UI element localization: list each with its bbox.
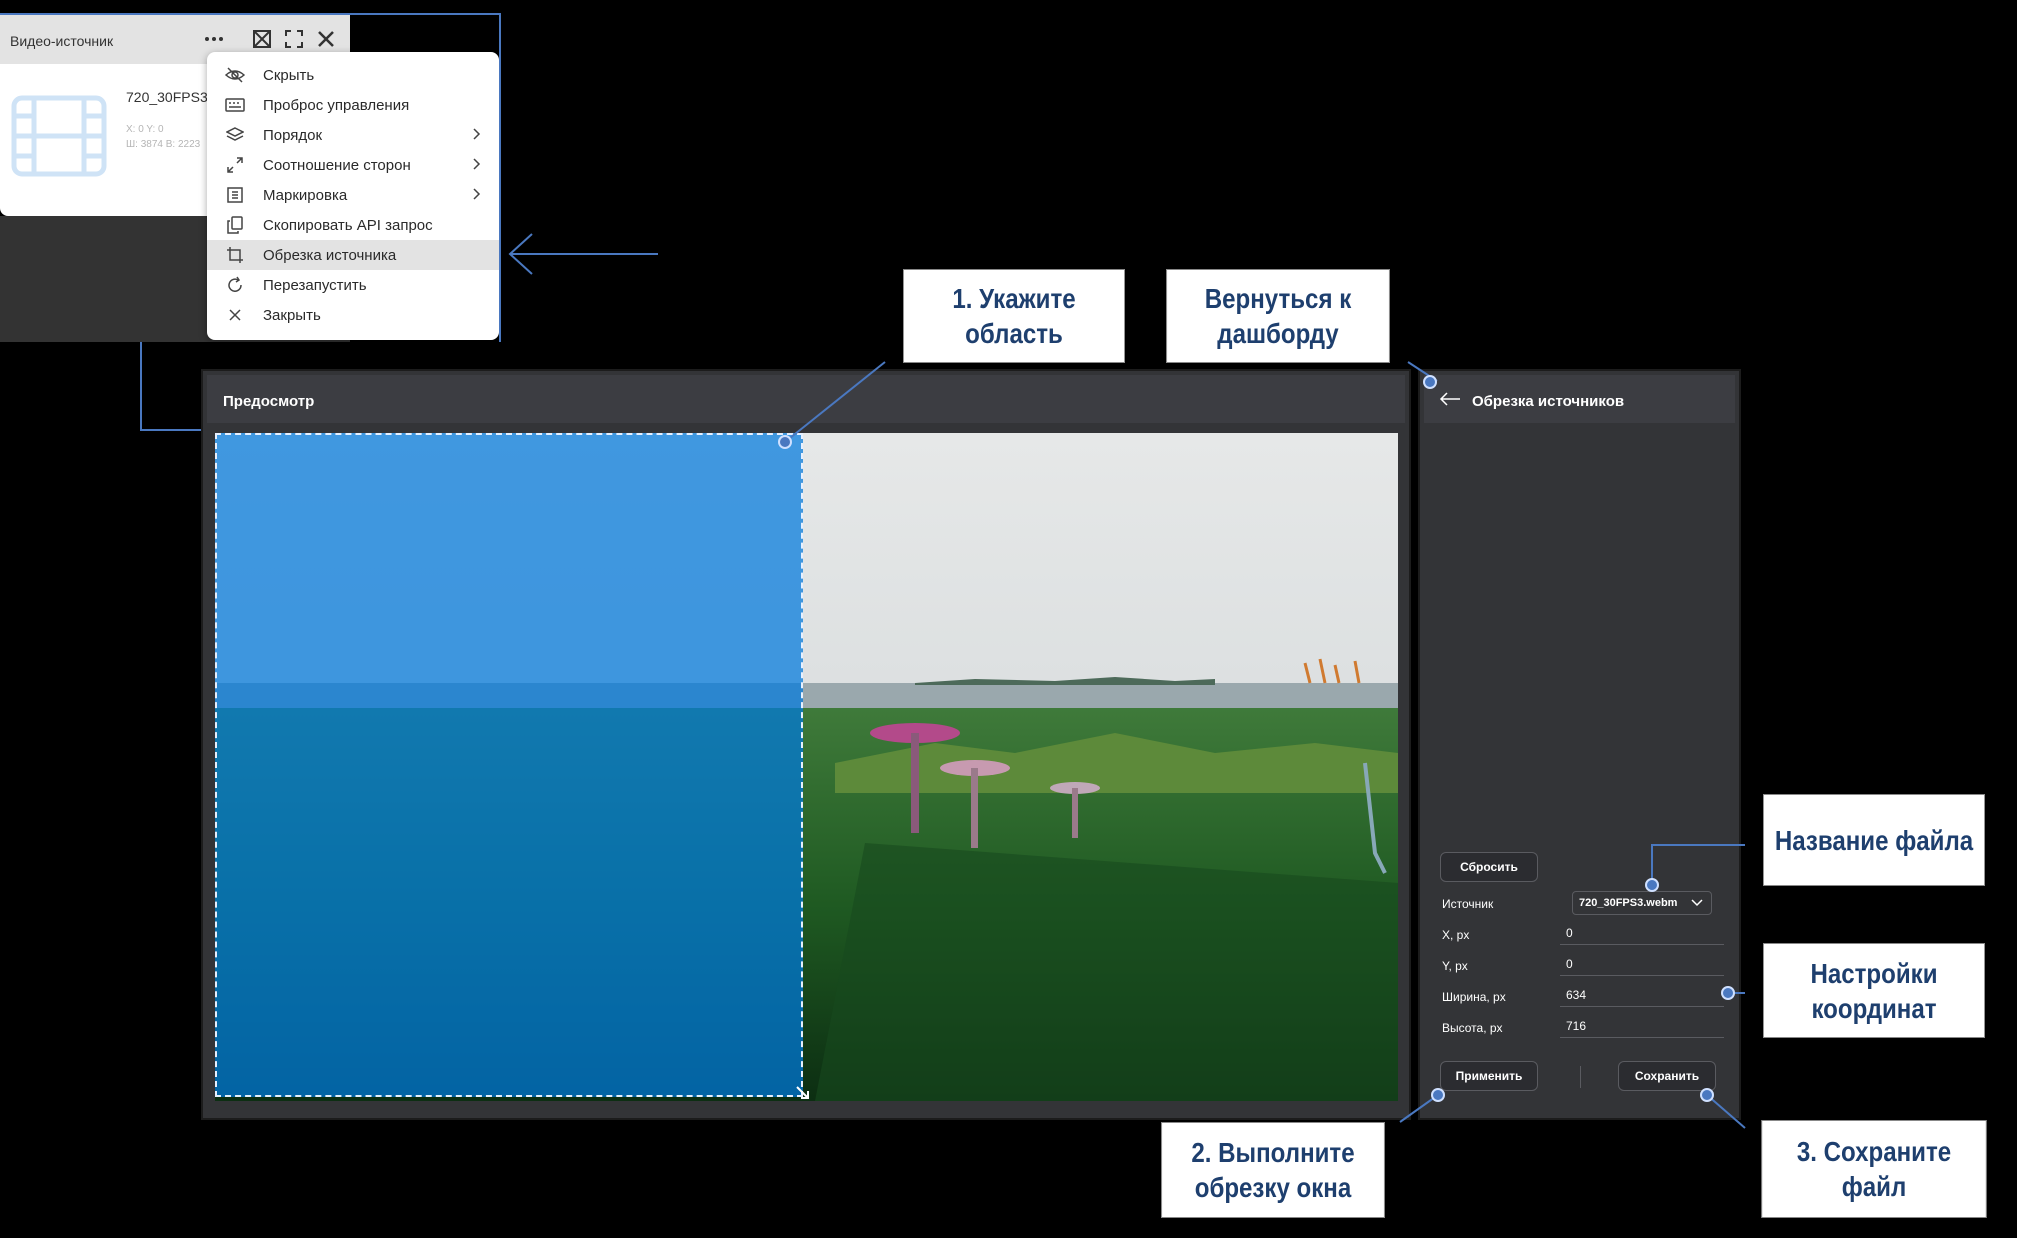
fit-icon[interactable] [249, 26, 275, 52]
callout-save-file: 3. Сохраните файл [1761, 1120, 1987, 1218]
callout-select-area: 1. Укажите область [903, 269, 1125, 363]
crop-selection-area[interactable] [215, 433, 803, 1097]
menu-item-label: Перезапустить [263, 276, 367, 294]
expand-icon [221, 156, 249, 174]
refresh-icon [221, 276, 249, 294]
callout-coordinate-settings: Настройки координат [1763, 943, 1985, 1038]
menu-item-hide[interactable]: Скрыть [207, 60, 499, 90]
width-field[interactable]: 634 [1560, 985, 1724, 1007]
height-field[interactable]: 716 [1560, 1016, 1724, 1038]
grid-icon [221, 187, 249, 203]
context-menu: Скрыть Проброс управления Порядок Соотно… [207, 52, 499, 340]
callout-crop-line-1: 2. Выполните [1191, 1137, 1355, 1168]
source-position: X: 0 Y: 0 [126, 124, 164, 135]
callout-save-text: 3. Сохраните файл [1796, 1136, 1952, 1202]
callout-file-name: Название файла [1763, 794, 1985, 886]
preview-header: Предосмотр [207, 375, 1405, 423]
callout-back-line-1: Вернуться к [1204, 283, 1352, 314]
crop-icon [221, 246, 249, 264]
callout-back-line-2: дашборду [1217, 318, 1339, 349]
eye-off-icon [221, 67, 249, 83]
close-window-icon[interactable] [313, 26, 339, 52]
keyboard-icon [221, 98, 249, 112]
crop-panel-header: Обрезка источников [1424, 375, 1735, 423]
chevron-down-icon [1691, 898, 1703, 910]
x-field[interactable]: 0 [1560, 923, 1724, 945]
callout-file-name-text: Название файла [1774, 824, 1974, 856]
menu-item-label: Скрыть [263, 66, 315, 84]
height-label: Высота, px [1442, 1021, 1503, 1035]
menu-item-control-forward[interactable]: Проброс управления [207, 90, 499, 120]
back-arrow-icon[interactable] [1438, 389, 1462, 414]
fullscreen-icon[interactable] [281, 26, 307, 52]
menu-item-label: Порядок [263, 126, 323, 144]
menu-item-crop-source[interactable]: Обрезка источника [207, 240, 499, 270]
y-label: Y, px [1442, 959, 1468, 973]
callout-crop-line-2: обрезку окна [1194, 1172, 1352, 1203]
video-file-icon [10, 94, 108, 183]
menu-item-label: Соотношение сторон [263, 156, 411, 174]
source-window-title: Видео-источник [10, 33, 114, 49]
callout-coords-line-2: координат [1811, 992, 1937, 1024]
callout-back-to-dashboard: Вернуться к дашборду [1166, 269, 1390, 363]
source-label: Источник [1442, 897, 1494, 911]
menu-item-marking[interactable]: Маркировка [207, 180, 499, 210]
menu-item-label: Обрезка источника [263, 246, 397, 264]
menu-item-label: Маркировка [263, 186, 348, 204]
y-field[interactable]: 0 [1560, 954, 1724, 976]
preview-panel: Предосмотр [201, 369, 1411, 1120]
copy-icon [221, 216, 249, 234]
save-button[interactable]: Сохранить [1618, 1061, 1716, 1091]
close-icon [221, 309, 249, 321]
reset-button[interactable]: Сбросить [1440, 852, 1538, 882]
x-label: X, px [1442, 928, 1470, 942]
menu-item-aspect-ratio[interactable]: Соотношение сторон [207, 150, 499, 180]
menu-item-label: Проброс управления [263, 96, 410, 114]
source-size: Ш: 3874 В: 2223 [126, 139, 201, 150]
source-select[interactable]: 720_30FPS3.webm [1572, 891, 1712, 915]
button-divider [1580, 1066, 1581, 1088]
source-select-value: 720_30FPS3.webm [1579, 897, 1678, 909]
menu-item-restart[interactable]: Перезапустить [207, 270, 499, 300]
callout-select-area-text: 1. Укажите область [952, 283, 1076, 349]
source-file-name: 720_30FPS3 [126, 89, 208, 105]
chevron-right-icon [471, 187, 481, 205]
callout-do-crop: 2. Выполните обрезку окна [1161, 1122, 1385, 1218]
more-options-icon[interactable] [201, 26, 227, 52]
preview-title: Предосмотр [223, 393, 315, 410]
layers-icon [221, 126, 249, 144]
width-label: Ширина, px [1442, 990, 1506, 1004]
menu-item-order[interactable]: Порядок [207, 120, 499, 150]
menu-item-label: Закрыть [263, 306, 321, 324]
apply-button[interactable]: Применить [1440, 1061, 1538, 1091]
menu-item-label: Скопировать API запрос [263, 216, 433, 234]
crop-panel-title: Обрезка источников [1472, 393, 1625, 410]
callout-coords-line-1: Настройки [1810, 957, 1938, 989]
crop-sources-panel: Обрезка источников Сбросить Источник 720… [1418, 369, 1741, 1120]
menu-item-copy-api[interactable]: Скопировать API запрос [207, 210, 499, 240]
chevron-right-icon [471, 157, 481, 175]
menu-item-close[interactable]: Закрыть [207, 300, 499, 330]
chevron-right-icon [471, 127, 481, 145]
